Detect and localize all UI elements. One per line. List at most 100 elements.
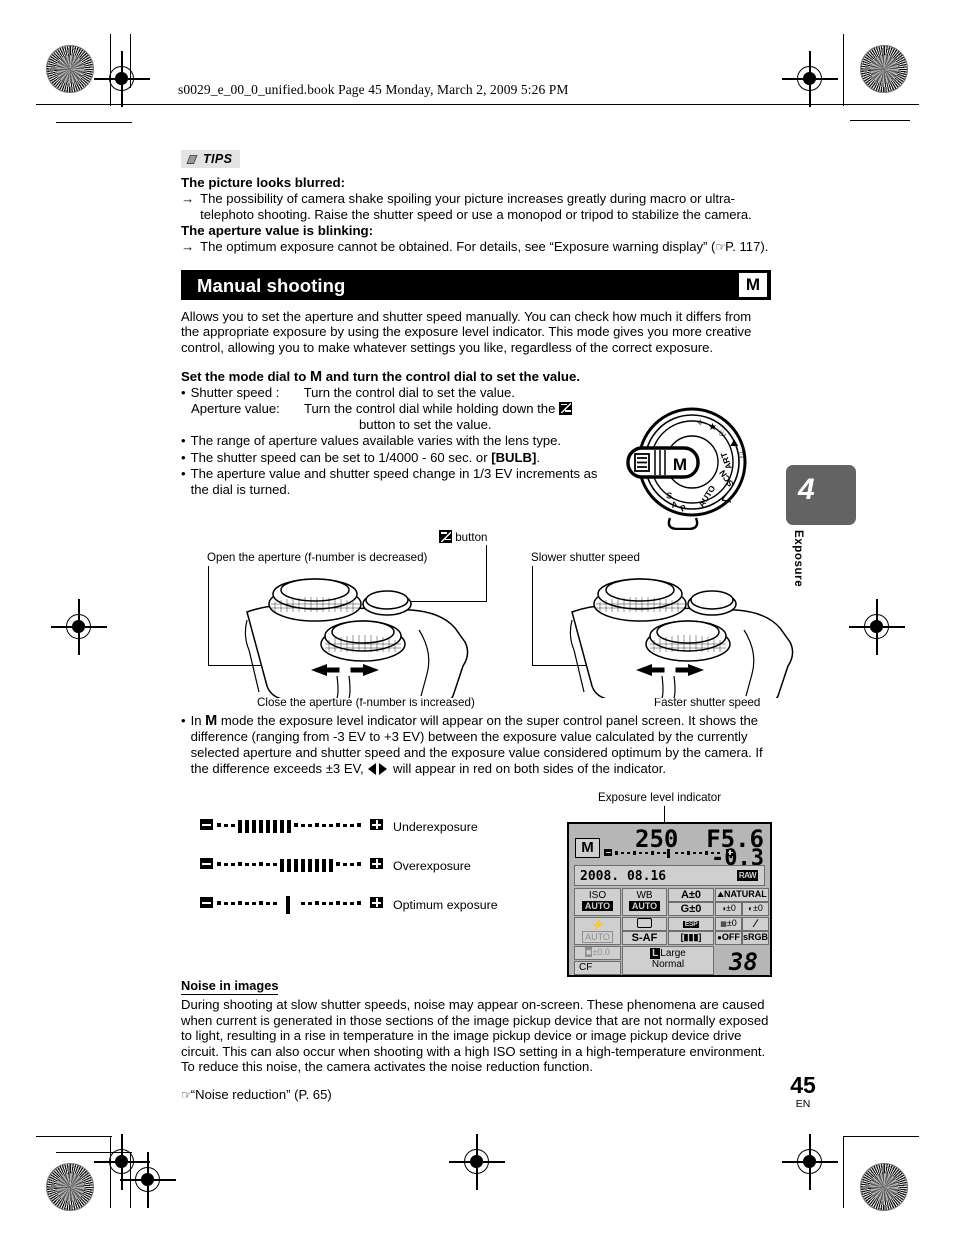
lcd-image-quality: Normal [651,959,685,970]
size-badge-icon: L [650,948,661,959]
registration-mark-top-right [782,51,838,107]
lcd-image-size-cell: L Large Normal [622,946,714,975]
lcd-image-size-value: Large [660,948,686,959]
crop-line-top-left-v [110,34,112,106]
lcd-metering-cell: ESP [668,917,714,931]
print-star-target-top-left [46,45,94,93]
crop-line-bottom-left-v [110,1136,112,1208]
arrow-icon: → [181,239,195,255]
lcd-date-row: 2008. 08.16 RAW [574,865,765,886]
plus-icon [370,858,383,869]
exposure-bar-over [200,855,383,876]
bullet-dot: • [181,713,186,728]
bullet-dot-empty [181,401,186,434]
minus-icon [604,849,612,856]
lcd-flash-comp: ■±0.0 [585,947,610,957]
exposure-row-optimum: Optimum exposure [200,894,498,915]
tip-2-body-row: → The optimum exposure cannot be obtaine… [181,239,771,256]
lcd-image-size: L Large [623,948,713,959]
arrow-icon: → [181,191,195,206]
chapter-tab: 4 [786,465,856,525]
bullet-shutter-text: Turn the control dial to set the value. [303,384,515,400]
right-figure-top-label: Slower shutter speed [531,551,640,564]
lcd-contrast: ±0 [725,903,736,913]
af-area-icon: [▮▮▮] [680,932,702,942]
mode-note-post: will appear in red on both sides of the … [389,761,666,777]
mode-badge-m: M [739,272,767,297]
lcd-af-mode: S-AF [631,932,658,944]
left-right-arrows-icon [367,763,389,779]
lcd-flash-cell: ⚡ AUTO [574,917,621,945]
bullet-aperture-range-text: The range of aperture values available v… [190,433,562,449]
left-figure-top-label: Open the aperture (f-number is decreased… [207,551,428,564]
exposure-compensation-icon [439,530,452,543]
bullet-ev-increments: • The aperture value and shutter speed c… [181,466,606,499]
registration-mark-bottom-right [782,1134,838,1190]
lcd-wb-value: AUTO [628,901,661,911]
esp-metering-icon: ESP [682,921,700,928]
bullet-dot: • [181,449,186,465]
lcd-picture-mode-cell: ⛰NATURAL [715,888,769,902]
bullet-aperture-label: Aperture value: [191,400,280,416]
lcd-sharpness-cell: ◐±0 [742,902,769,916]
bullet-aperture-text: Turn the control dial while holding down… [304,401,594,434]
registration-mark-bottom-center [449,1134,505,1190]
print-star-target-bottom-right [860,1163,908,1211]
exposure-bar-optimum [200,894,383,915]
lcd-af-mode-cell: S-AF [622,931,667,945]
lcd-gradation-cell: ∕ [742,917,769,931]
lcd-date: 2008. 08.16 [580,869,667,884]
bullet-dot: • [181,384,186,400]
svg-text:☺: ☺ [736,450,746,461]
manual-page: s0029_e_00_0_unified.book Page 45 Monday… [0,0,954,1258]
file-header-line: s0029_e_00_0_unified.book Page 45 Monday… [178,82,569,97]
lcd-mode-cell: M [575,838,600,858]
crop-line-top-right-v [843,34,845,106]
picture-mode-icon: ⛰ [717,890,724,899]
bulb-label: [BULB] [491,449,537,465]
lcd-iso-value: AUTO [581,901,614,911]
minus-icon [200,858,213,869]
mode-note-row: • In M mode the exposure level indicator… [181,713,773,779]
flash-icon: ⚡ [590,919,605,931]
crop-line-top-right-h2 [850,120,910,122]
lcd-sharpness: ±0 [752,903,763,913]
single-frame-icon [637,918,652,928]
tip-1-body: The possibility of camera shake spoiling… [200,191,752,222]
registration-mark-bottom-left-inner [120,1152,176,1208]
minus-icon [200,819,213,830]
lcd-wb-label: WB [636,890,653,901]
lcd-flash-comp-cell: ■±0.0 [574,946,621,960]
plus-icon [370,819,383,830]
callout-line-slow-v [532,566,534,666]
registration-mark-mid-left [51,599,107,655]
svg-text:✧: ✧ [696,418,704,429]
tip-2-body-pre: The optimum exposure cannot be obtained.… [200,239,716,255]
saturation-icon: ▦ [720,921,727,928]
lcd-noise-filter: OFF [721,932,740,942]
crop-line-top-left-h2 [56,122,132,124]
tip-1-heading: The picture looks blurred: [181,175,346,190]
lcd-iso-cell: ISO AUTO [574,888,621,916]
lcd-wb-g-cell: G±0 [668,902,714,916]
svg-text:★: ★ [708,422,717,433]
bullet-shutter-range-text: The shutter speed can be set to 1/4000 -… [191,450,540,466]
exposure-compensation-icon [559,401,572,415]
exposure-row-over: Overexposure [200,855,471,876]
registration-mark-mid-right [849,599,905,655]
crop-line-bottom-left-h [36,1136,112,1138]
bullet-aperture-text-post: button to set the value. [359,417,492,433]
callout-line-ev-v [486,545,488,602]
camera-top-illustration-right [569,578,794,698]
print-star-target-top-right [860,45,908,93]
lcd-raw-badge: RAW [736,870,758,881]
crop-line-bottom-right-h [843,1136,919,1138]
step-title-pre: Set the mode dial to [181,368,310,384]
exposure-indicator-callout: Exposure level indicator [598,791,722,804]
exposure-label-optimum: Optimum exposure [393,897,498,912]
svg-text:⛰: ⛰ [730,438,739,449]
chapter-number: 4 [798,473,815,506]
noise-reference-text: “Noise reduction” (P. 65) [190,1087,332,1102]
book-icon [186,154,198,165]
callout-line-open-v [208,566,210,666]
